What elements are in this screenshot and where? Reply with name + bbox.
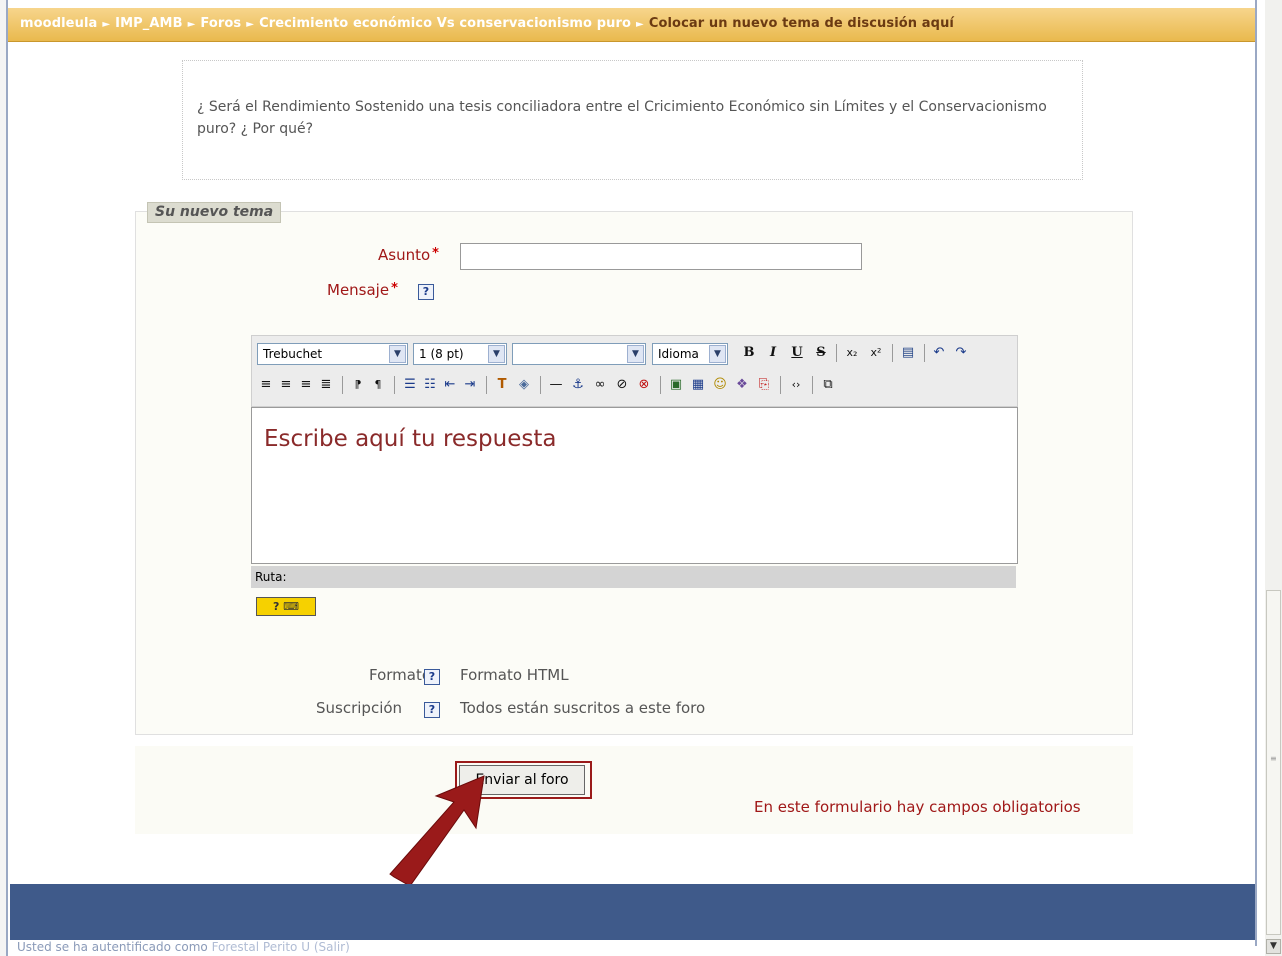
clean-word-icon[interactable]: ▤ — [898, 342, 918, 364]
language-value: Idioma — [658, 347, 699, 361]
language-select[interactable]: Idioma ▼ — [652, 343, 728, 365]
paragraph-select[interactable]: ▼ — [512, 343, 646, 365]
redo-icon[interactable]: ↷ — [951, 342, 971, 364]
toolbar-separator — [486, 376, 487, 394]
editor-content: Escribe aquí tu respuesta — [264, 426, 557, 452]
help-icon[interactable]: ? — [424, 702, 440, 718]
chevron-down-icon: ▼ — [389, 345, 406, 363]
breadcrumb-separator-icon: ► — [102, 19, 111, 30]
breadcrumb-item-forums[interactable]: Foros — [200, 16, 241, 31]
unordered-list-icon[interactable]: ☷ — [420, 374, 440, 396]
toolbar-separator — [342, 376, 343, 394]
keyboard-help-icon[interactable]: ? ⌨ — [256, 597, 316, 616]
toolbar-separator — [924, 344, 925, 362]
underline-icon[interactable]: U — [787, 342, 807, 364]
align-right-icon[interactable]: ≡ — [296, 374, 316, 396]
required-mark: * — [391, 281, 398, 296]
nolink-icon[interactable]: ⊗ — [634, 374, 654, 396]
toolbar-separator — [892, 344, 893, 362]
align-left-icon[interactable]: ≡ — [256, 374, 276, 396]
forum-intro-box: ¿ Será el Rendimiento Sostenido una tesi… — [182, 60, 1083, 180]
toolbar-separator — [660, 376, 661, 394]
ordered-list-icon[interactable]: ☰ — [400, 374, 420, 396]
breadcrumb-item-course[interactable]: IMP_AMB — [115, 16, 182, 31]
chevron-down-icon: ▼ — [627, 345, 644, 363]
subject-input[interactable] — [460, 243, 862, 270]
superscript-icon[interactable]: x² — [866, 342, 886, 364]
toolbar-separator — [812, 376, 813, 394]
subscription-value: Todos están suscritos a este foro — [460, 699, 706, 717]
indent-icon[interactable]: ⇥ — [460, 374, 480, 396]
breadcrumb-current: Colocar un nuevo tema de discusión aquí — [648, 16, 954, 31]
bold-icon[interactable]: B — [739, 342, 759, 364]
outdent-icon[interactable]: ⇤ — [440, 374, 460, 396]
italic-icon[interactable]: I — [763, 342, 783, 364]
ltr-icon[interactable]: ⁋ — [348, 374, 368, 396]
align-center-icon[interactable]: ≡ — [276, 374, 296, 396]
breadcrumb-item-site[interactable]: moodleula — [20, 16, 97, 31]
rtl-icon[interactable]: ¶ — [368, 374, 388, 396]
format-value: Formato HTML — [460, 666, 569, 684]
footer-band — [10, 884, 1255, 940]
scroll-down-icon[interactable]: ▼ — [1266, 939, 1281, 954]
subscription-label: Suscripción — [316, 699, 403, 717]
table-icon[interactable]: ▦ — [688, 374, 708, 396]
help-icon[interactable]: ? — [418, 284, 434, 300]
required-mark: * — [432, 246, 439, 261]
undo-icon[interactable]: ↶ — [929, 342, 949, 364]
breadcrumb-separator-icon: ► — [187, 19, 196, 30]
image-icon[interactable]: ▣ — [666, 374, 686, 396]
font-size-value: 1 (8 pt) — [419, 347, 464, 361]
editor-toolbar: Trebuchet ▼ 1 (8 pt) ▼ ▼ Idioma ▼ B I U S x… — [251, 335, 1018, 407]
subject-label: Asunto * — [378, 246, 439, 264]
subject-label-text: Asunto — [378, 246, 431, 264]
user-profile-link[interactable]: Forestal Perito U — [212, 940, 310, 954]
breadcrumb-item-forum[interactable]: Crecimiento económico Vs conservacionism… — [259, 16, 631, 31]
scrollbar-grip-icon: ≡ — [1270, 754, 1277, 763]
login-prefix: Usted se ha autentificado como — [17, 940, 208, 954]
window-frame-right — [1255, 0, 1263, 946]
unlink-icon[interactable]: ⊘ — [612, 374, 632, 396]
anchor-icon[interactable]: ⚓ — [568, 374, 588, 396]
annotation-arrow-icon — [389, 775, 485, 885]
link-icon[interactable]: ∞ — [590, 374, 610, 396]
submit-area — [135, 746, 1133, 834]
logout-link[interactable]: (Salir) — [314, 940, 350, 954]
font-size-select[interactable]: 1 (8 pt) ▼ — [413, 343, 507, 365]
chevron-down-icon: ▼ — [488, 345, 505, 363]
editor-path-bar: Ruta: — [251, 566, 1016, 588]
breadcrumb-separator-icon: ► — [246, 19, 255, 30]
font-family-value: Trebuchet — [263, 347, 323, 361]
toolbar-separator — [836, 344, 837, 362]
forum-intro-text: ¿ Será el Rendimiento Sostenido una tesi… — [197, 99, 1047, 137]
breadcrumb-separator-icon: ► — [636, 19, 644, 30]
background-color-icon[interactable]: ◈ — [514, 374, 534, 396]
login-info: Usted se ha autentificado como Forestal … — [17, 940, 350, 954]
toolbar-separator — [540, 376, 541, 394]
chevron-down-icon: ▼ — [709, 345, 726, 363]
html-source-icon[interactable]: ‹› — [786, 374, 806, 396]
horizontal-rule-icon[interactable]: — — [546, 374, 566, 396]
strikethrough-icon[interactable]: S — [811, 342, 831, 364]
special-char-icon[interactable]: ❖ — [732, 374, 752, 396]
message-label-text: Mensaje — [327, 281, 390, 299]
message-label: Mensaje * — [327, 281, 398, 299]
toolbar-separator — [394, 376, 395, 394]
toolbar-separator — [780, 376, 781, 394]
text-color-icon[interactable]: T — [492, 374, 512, 396]
window-frame-left — [0, 0, 8, 956]
justify-icon[interactable]: ≣ — [316, 374, 336, 396]
breadcrumb: moodleula ► IMP_AMB ► Foros ► Crecimiento econ… — [20, 16, 954, 31]
format-label: Formato — [369, 666, 432, 684]
help-icon[interactable]: ? — [424, 669, 440, 685]
message-editor[interactable]: Escribe aquí tu respuesta — [251, 407, 1018, 564]
subscript-icon[interactable]: x₂ — [842, 342, 862, 364]
navigation-bar: moodleula ► IMP_AMB ► Foros ► Crecimiento econ… — [8, 8, 1255, 42]
fieldset-legend: Su nuevo tema — [147, 202, 282, 223]
fullscreen-icon[interactable]: ⧉ — [818, 374, 838, 396]
smiley-icon[interactable]: ☺ — [710, 374, 730, 396]
search-replace-icon[interactable]: ⎘ — [754, 374, 774, 396]
font-family-select[interactable]: Trebuchet ▼ — [257, 343, 408, 365]
required-fields-note: En este formulario hay campos obligatori… — [754, 798, 1081, 816]
